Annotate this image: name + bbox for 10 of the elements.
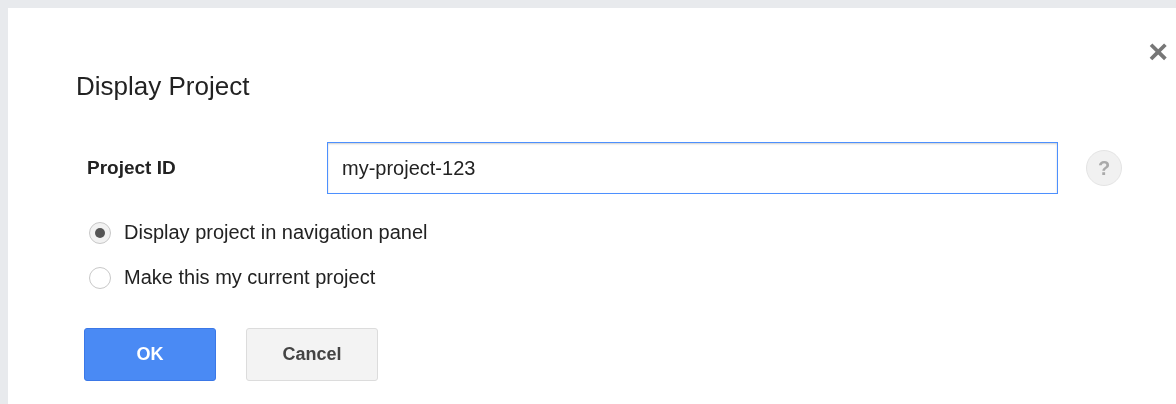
option-label: Display project in navigation panel xyxy=(124,221,428,244)
radio-button[interactable] xyxy=(89,266,111,289)
project-id-field[interactable]: my-project-123 xyxy=(327,142,1058,194)
close-button[interactable]: × xyxy=(1148,34,1168,68)
cancel-button[interactable]: Cancel xyxy=(246,328,378,381)
radio-button[interactable] xyxy=(89,221,111,244)
field-label: Project ID xyxy=(86,157,177,179)
option-label: Make this my current project xyxy=(124,266,376,289)
dialog-title: Display Project xyxy=(76,70,251,103)
ok-button[interactable]: OK xyxy=(84,328,216,381)
